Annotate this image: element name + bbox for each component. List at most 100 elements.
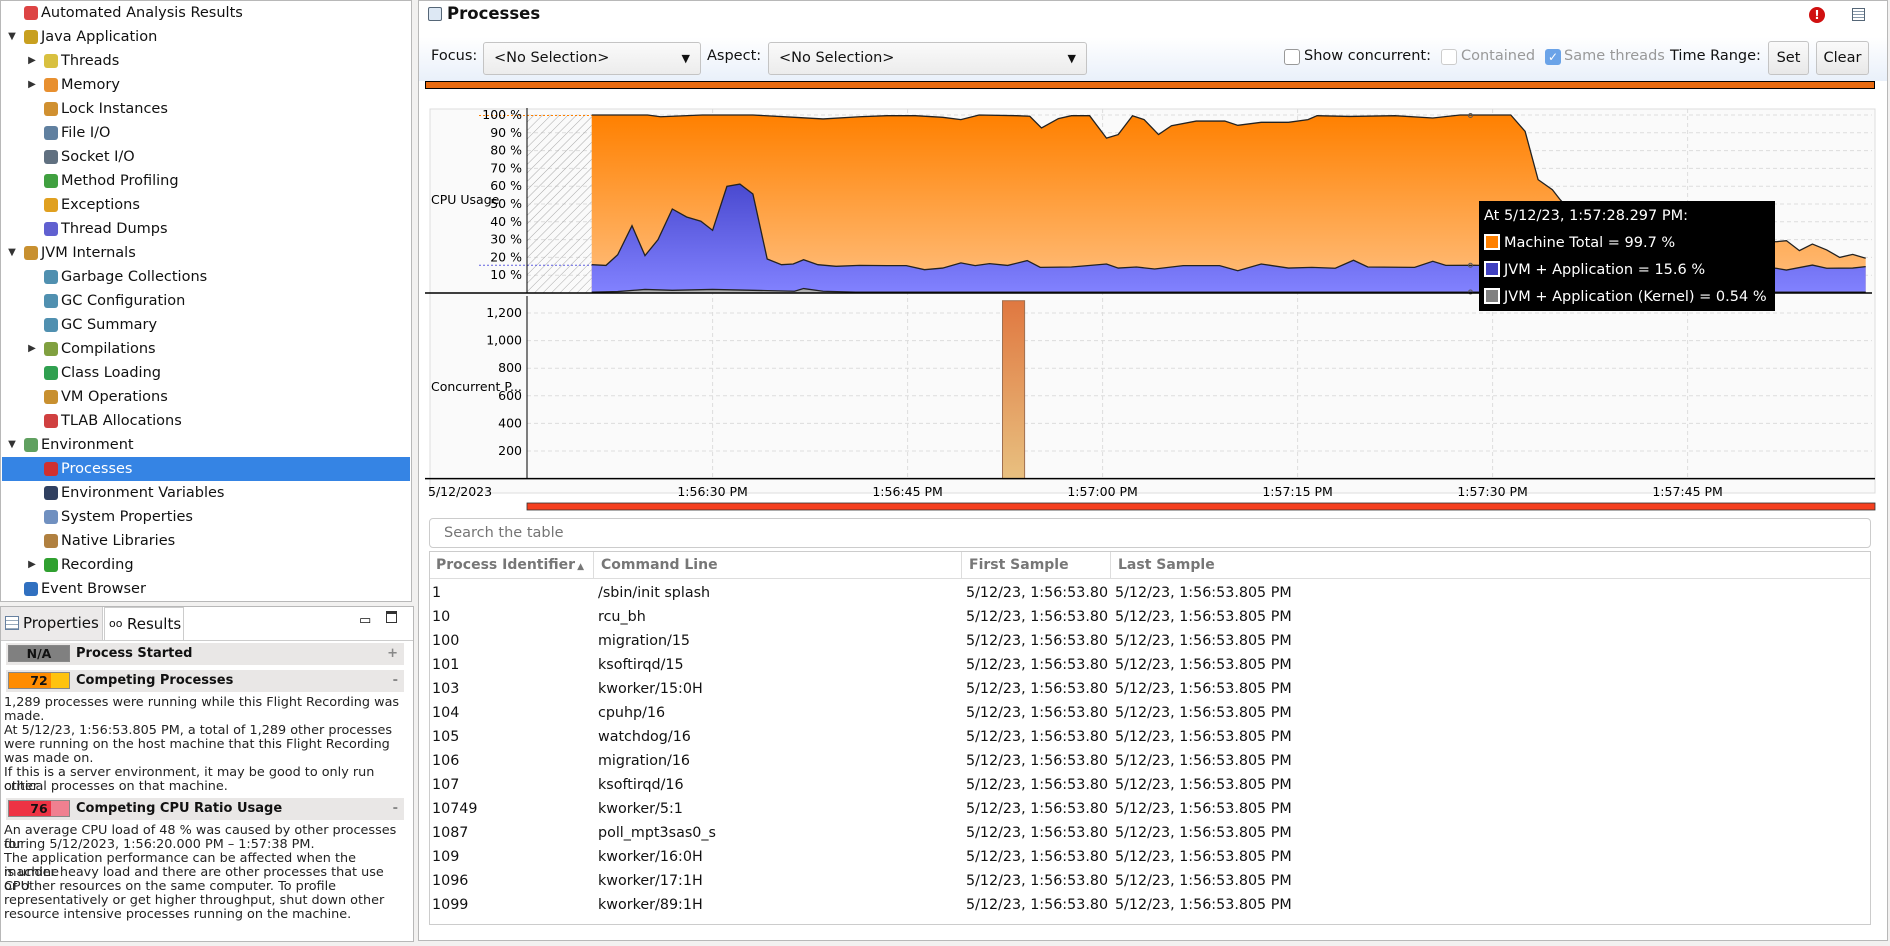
tree-item-label: Automated Analysis Results xyxy=(41,5,243,21)
table-row[interactable]: 104 cpuhp/16 5/12/23, 1:56:53.80 5/12/23, 1… xyxy=(430,701,1870,725)
x-tick-label: 1:56:30 PM xyxy=(677,484,747,499)
collapse-icon[interactable]: - xyxy=(393,798,398,820)
tree-item[interactable]: ▶ Compilations xyxy=(2,337,410,361)
tree-item[interactable]: Exceptions xyxy=(2,193,410,217)
table-row[interactable]: 1/sbin/init splash 5/12/23, 1:56:53.80 5/1… xyxy=(430,581,1870,605)
tree-item[interactable]: ▼ Environment xyxy=(2,433,410,457)
time-range-bar[interactable] xyxy=(425,81,1875,89)
table-row[interactable]: 107 ksoftirqd/16 5/12/23, 1:56:53.80 5/12/2… xyxy=(430,773,1870,797)
tree-item[interactable]: Lock Instances xyxy=(2,97,410,121)
tree-item[interactable]: GC Summary xyxy=(2,313,410,337)
tree-item[interactable]: GC Configuration xyxy=(2,289,410,313)
tree-item[interactable]: File I/O xyxy=(2,121,410,145)
table-row[interactable]: 109 kworker/16:0H 5/12/23, 1:56:53.80 5/12/… xyxy=(430,845,1870,869)
result-header[interactable]: 72 Competing Processes - xyxy=(6,670,404,692)
system-properties-icon xyxy=(44,510,58,524)
tree-item[interactable]: ▶ Memory xyxy=(2,73,410,97)
tree-item[interactable]: ▶ Recording xyxy=(2,553,410,577)
page-title: Processes xyxy=(447,4,541,23)
chart-range-bar[interactable] xyxy=(526,502,1876,511)
tree-item[interactable]: ▶ Threads xyxy=(2,49,410,73)
minimize-icon[interactable]: ▭ xyxy=(359,613,371,628)
table-row[interactable]: 100 migration/15 5/12/23, 1:56:53.80 5/12/2… xyxy=(430,629,1870,653)
result-header[interactable]: 76 Competing CPU Ratio Usage - xyxy=(6,798,404,820)
error-icon[interactable]: ! xyxy=(1809,7,1825,23)
result-header[interactable]: N/A Process Started + xyxy=(6,643,404,665)
y-tick-label: 10 % xyxy=(490,267,522,282)
table-row[interactable]: 103 kworker/15:0H 5/12/23, 1:56:53.80 5/12/… xyxy=(430,677,1870,701)
tab-properties[interactable]: Properties xyxy=(1,607,103,640)
legend-swatch xyxy=(1484,288,1500,304)
tree-item[interactable]: Automated Analysis Results xyxy=(2,1,410,25)
tooltip-row: JVM + Application (Kernel) = 0.54 % xyxy=(1484,287,1767,307)
tree-item-label: Recording xyxy=(61,557,134,573)
table-row[interactable]: 10749 kworker/5:1 5/12/23, 1:56:53.80 5/12/… xyxy=(430,797,1870,821)
tree-item[interactable]: Environment Variables xyxy=(2,481,410,505)
collapse-icon[interactable]: - xyxy=(393,670,398,692)
result-text: made. xyxy=(4,709,45,724)
table-cell: 1087 xyxy=(432,825,469,841)
y-tick-label: 70 % xyxy=(490,160,522,175)
score-badge: 72 xyxy=(8,672,70,689)
tree-item[interactable]: Thread Dumps xyxy=(2,217,410,241)
tree-item[interactable]: Method Profiling xyxy=(2,169,410,193)
tab-results[interactable]: oo Results xyxy=(104,607,184,640)
table-row[interactable]: 1096 kworker/17:1H 5/12/23, 1:56:53.80 5/12… xyxy=(430,869,1870,893)
same-threads-checkbox[interactable]: ✓ xyxy=(1545,49,1561,65)
contained-label: Contained xyxy=(1461,48,1536,64)
chevron-down-icon[interactable]: ▼ xyxy=(6,241,18,265)
tlab-icon xyxy=(44,414,58,428)
tree-item[interactable]: ▼ JVM Internals xyxy=(2,241,410,265)
table-cell: rcu_bh xyxy=(598,609,646,625)
expand-icon[interactable]: + xyxy=(387,643,398,665)
table-menu-icon[interactable] xyxy=(1852,8,1865,21)
tree-item[interactable]: VM Operations xyxy=(2,385,410,409)
aspect-dropdown[interactable]: <No Selection> ▼ xyxy=(768,42,1087,75)
x-tick-label: 1:56:45 PM xyxy=(872,484,942,499)
table-cell: ksoftirqd/15 xyxy=(598,657,684,673)
table-cell: 1099 xyxy=(432,897,469,913)
table-row[interactable]: 1099 kworker/89:1H 5/12/23, 1:56:53.80 5/12… xyxy=(430,893,1870,917)
table-row[interactable]: 101 ksoftirqd/15 5/12/23, 1:56:53.80 5/12/2… xyxy=(430,653,1870,677)
table-row[interactable]: 1087 poll_mpt3sas0_s 5/12/23, 1:56:53.80 5/… xyxy=(430,821,1870,845)
focus-dropdown[interactable]: <No Selection> ▼ xyxy=(483,42,701,75)
chevron-down-icon[interactable]: ▼ xyxy=(6,433,18,457)
search-input[interactable] xyxy=(429,518,1871,548)
tree-item[interactable]: Socket I/O xyxy=(2,145,410,169)
chevron-right-icon[interactable]: ▶ xyxy=(26,73,38,97)
contained-checkbox[interactable] xyxy=(1441,49,1457,65)
table-cell: kworker/17:1H xyxy=(598,873,703,889)
tree-item[interactable]: System Properties xyxy=(2,505,410,529)
chevron-right-icon[interactable]: ▶ xyxy=(26,337,38,361)
tree-item[interactable]: Processes xyxy=(2,457,410,481)
chevron-right-icon[interactable]: ▶ xyxy=(26,553,38,577)
table-cell: 10749 xyxy=(432,801,478,817)
tree-item[interactable]: Native Libraries xyxy=(2,529,410,553)
chevron-down-icon[interactable]: ▼ xyxy=(6,25,18,49)
tree-item[interactable]: Event Browser xyxy=(2,577,410,601)
table-row[interactable]: 106 migration/16 5/12/23, 1:56:53.80 5/12/2… xyxy=(430,749,1870,773)
outline-tree[interactable]: Automated Analysis Results ▼ Java Applicat… xyxy=(0,0,412,602)
tree-item[interactable]: Class Loading xyxy=(2,361,410,385)
table-cell: 5/12/23, 1:56:53.80 xyxy=(966,585,1109,601)
table-cell: 105 xyxy=(432,729,460,745)
tree-item[interactable]: ▼ Java Application xyxy=(2,25,410,49)
set-button[interactable]: Set xyxy=(1768,41,1809,75)
table-row[interactable]: 10 rcu_bh 5/12/23, 1:56:53.80 5/12/23, 1:56… xyxy=(430,605,1870,629)
tree-item[interactable]: TLAB Allocations xyxy=(2,409,410,433)
clear-button[interactable]: Clear xyxy=(1816,41,1869,75)
table-row[interactable]: 105 watchdog/16 5/12/23, 1:56:53.80 5/12/23… xyxy=(430,725,1870,749)
env-vars-icon xyxy=(44,486,58,500)
y-tick-label: 200 xyxy=(498,443,522,458)
table-cell: kworker/5:1 xyxy=(598,801,683,817)
socket-io-icon xyxy=(44,150,58,164)
show-concurrent-checkbox[interactable] xyxy=(1284,49,1300,65)
concurrent-bar[interactable] xyxy=(1002,300,1026,480)
table-cell: 5/12/23, 1:56:53.80 xyxy=(966,753,1109,769)
y-tick-label: 60 % xyxy=(490,178,522,193)
maximize-icon[interactable] xyxy=(386,611,397,623)
tree-item[interactable]: Garbage Collections xyxy=(2,265,410,289)
y-tick-label: 1,200 xyxy=(486,305,522,320)
tab-label: Properties xyxy=(23,614,99,632)
chevron-right-icon[interactable]: ▶ xyxy=(26,49,38,73)
